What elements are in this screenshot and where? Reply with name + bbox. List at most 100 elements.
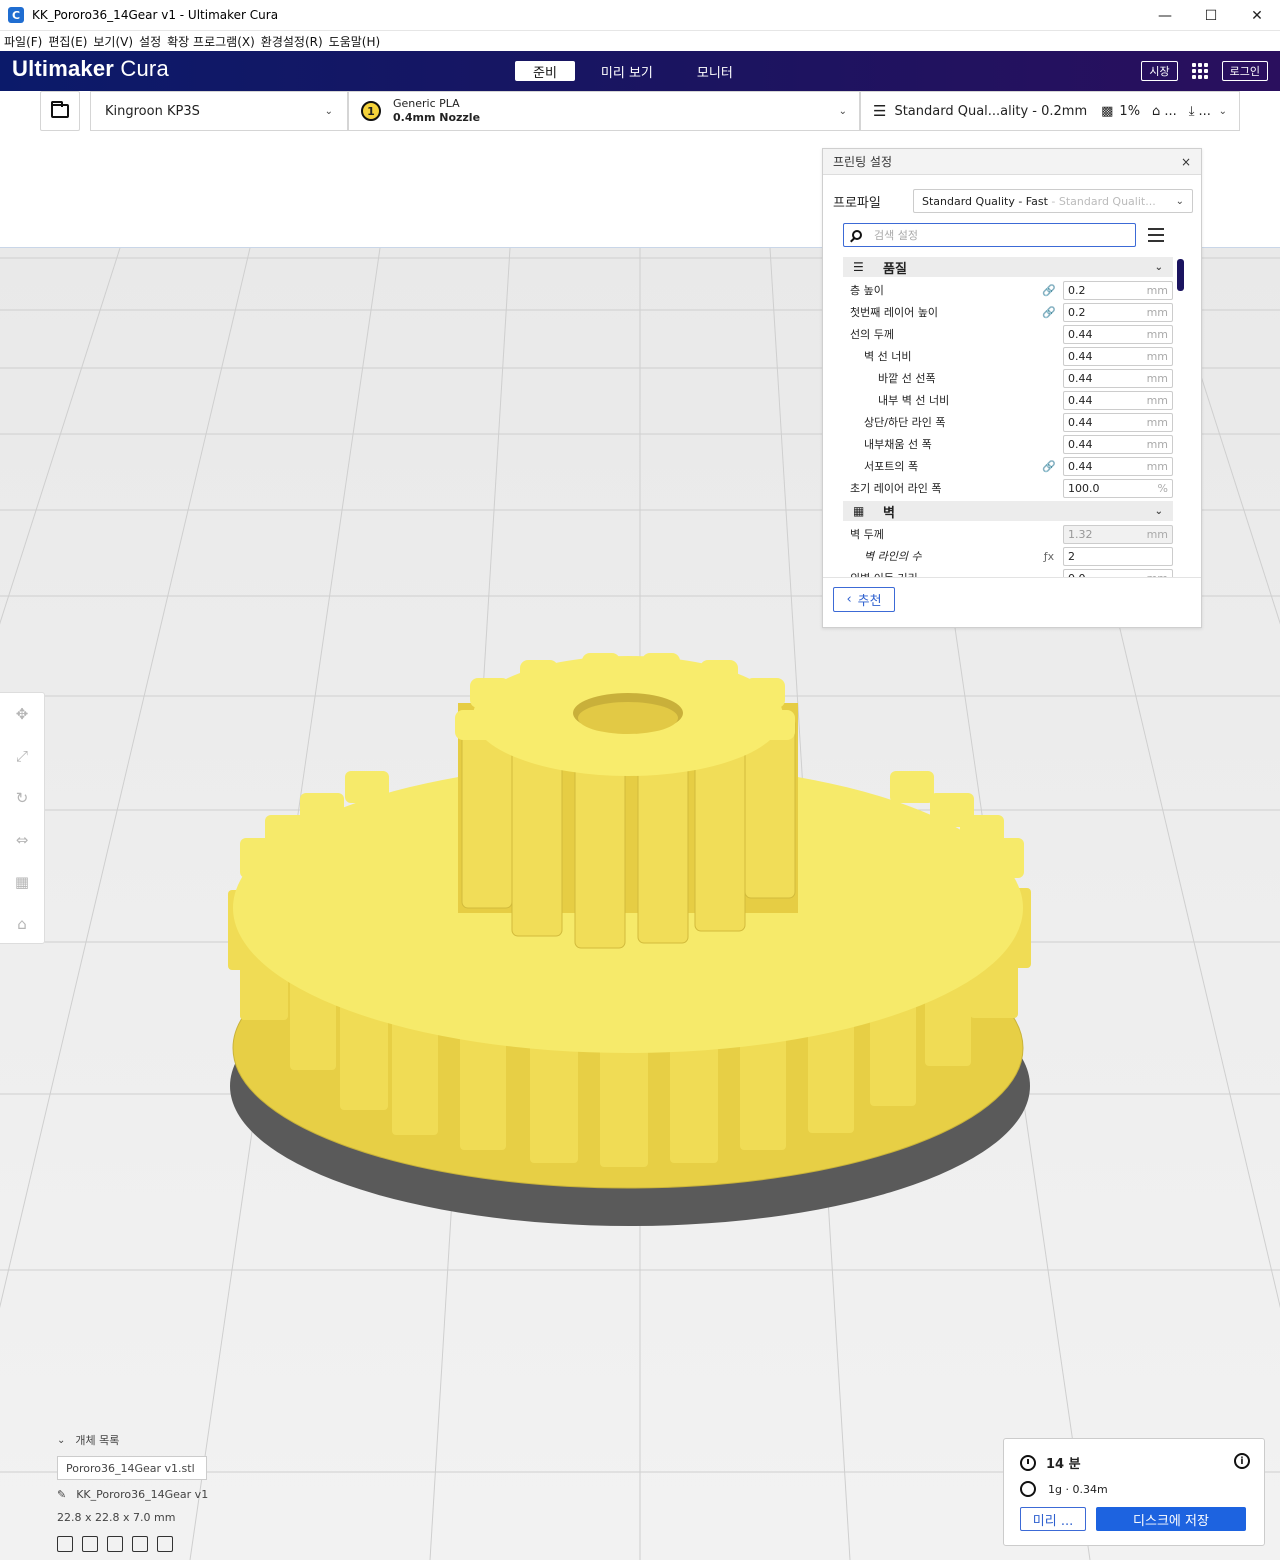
folder-icon <box>51 101 69 118</box>
window-title: KK_Pororo36_14Gear v1 - Ultimaker Cura <box>32 8 279 22</box>
setting-input[interactable]: 0.44 mm <box>1063 390 1173 410</box>
mirror-tool-icon[interactable]: ⇔ <box>13 831 31 849</box>
setting-unit: mm <box>1146 527 1168 541</box>
tab-prepare[interactable]: 준비 <box>515 61 575 81</box>
setting-input[interactable]: 0.44 mm <box>1063 456 1173 476</box>
support-blocker-icon[interactable]: ⌂ <box>13 915 31 933</box>
tab-monitor[interactable]: 모니터 <box>679 61 751 81</box>
profile-value: Standard Quality - Fast <box>922 194 1048 208</box>
setting-unit: mm <box>1146 305 1168 319</box>
minimize-button[interactable]: — <box>1142 0 1188 31</box>
setting-value: 100.0 <box>1068 481 1100 495</box>
view-3d-icon[interactable] <box>57 1536 73 1552</box>
per-model-settings-icon[interactable]: ▦ <box>13 873 31 891</box>
move-tool-icon[interactable]: ✥ <box>13 705 31 723</box>
cura-app-icon: C <box>8 7 24 23</box>
object-list-toggle[interactable]: ⌄ 개체 목록 <box>57 1432 277 1448</box>
setting-label: 초기 레이어 라인 폭 <box>850 482 942 495</box>
scale-tool-icon[interactable]: ⤢ <box>13 747 31 765</box>
setting-row: 상단/하단 라인 폭 0.44 mm <box>843 411 1173 433</box>
profile-dropdown[interactable]: Standard Quality - Fast - Standard Quali… <box>913 189 1193 213</box>
menu-file[interactable]: 파일(F) <box>4 33 42 50</box>
setting-input[interactable]: 1.32 mm <box>1063 524 1173 544</box>
setting-row: 초기 레이어 라인 폭 100.0% <box>843 477 1173 499</box>
setting-label: 벽 선 너비 <box>864 350 912 363</box>
close-icon[interactable]: × <box>1181 155 1191 169</box>
marketplace-button[interactable]: 시장 <box>1141 61 1178 81</box>
recommended-label: 추천 <box>857 594 882 609</box>
view-left-icon[interactable] <box>132 1536 148 1552</box>
object-file-item[interactable]: Pororo36_14Gear v1.stl <box>57 1456 207 1480</box>
close-window-button[interactable]: ✕ <box>1234 0 1280 31</box>
print-setup-label: Standard Qual...ality - 0.2mm <box>894 103 1088 119</box>
support-value: ... <box>1164 103 1177 119</box>
category-walls[interactable]: ▦ 벽 ⌄ <box>843 501 1173 521</box>
setting-row: 벽 두께 1.32 mm <box>843 523 1173 545</box>
setting-label: 외벽 이동 거리 <box>843 570 1039 577</box>
setting-input[interactable]: 0.2 mm <box>1063 302 1173 322</box>
setting-input[interactable]: 0.0mm <box>1063 568 1173 577</box>
setting-label: 벽 두께 <box>850 528 884 541</box>
rotate-tool-icon[interactable]: ↻ <box>13 789 31 807</box>
setting-input[interactable]: 0.44 mm <box>1063 412 1173 432</box>
recommended-mode-button[interactable]: ‹ 추천 <box>833 587 895 612</box>
quality-icon: ☰ <box>853 260 864 274</box>
menu-edit[interactable]: 편집(E) <box>48 33 87 50</box>
settings-visibility-menu-icon[interactable] <box>1148 228 1164 242</box>
job-name[interactable]: KK_Pororo36_14Gear v1 <box>76 1488 208 1501</box>
link-icon[interactable]: 🔗 <box>1039 284 1059 297</box>
setting-input[interactable]: 0.44 mm <box>1063 324 1173 344</box>
menu-extensions[interactable]: 확장 프로그램(X) <box>167 33 255 50</box>
tab-preview[interactable]: 미리 보기 <box>583 61 671 81</box>
setting-unit: mm <box>1146 327 1168 341</box>
function-icon[interactable]: ƒx <box>1039 550 1059 563</box>
link-icon[interactable]: 🔗 <box>1039 460 1059 473</box>
open-file-button[interactable] <box>40 91 80 131</box>
extruder-number-icon: 1 <box>361 101 381 121</box>
menu-view[interactable]: 보기(V) <box>93 33 133 50</box>
view-front-icon[interactable] <box>82 1536 98 1552</box>
category-quality[interactable]: ☰ 품질 ⌄ <box>843 257 1173 277</box>
setting-row: 선의 두께 0.44 mm <box>843 323 1173 345</box>
material-selector[interactable]: 1 Generic PLA 0.4mm Nozzle ⌄ <box>348 91 860 131</box>
preview-button[interactable]: 미리 ... <box>1020 1507 1086 1531</box>
link-icon[interactable]: 🔗 <box>1039 306 1059 319</box>
clock-icon <box>1020 1454 1036 1471</box>
info-icon[interactable]: i <box>1234 1453 1250 1469</box>
view-top-icon[interactable] <box>107 1536 123 1552</box>
maximize-button[interactable]: ☐ <box>1188 0 1234 31</box>
setting-row: 내부채움 선 폭 0.44 mm <box>843 433 1173 455</box>
view-right-icon[interactable] <box>157 1536 173 1552</box>
setting-input[interactable]: 0.44 mm <box>1063 434 1173 454</box>
profile-dim-text: - Standard Qualit... <box>1047 194 1156 208</box>
setting-row: 바깥 선 선폭 0.44 mm <box>843 367 1173 389</box>
stage-tabs: 준비 미리 보기 모니터 <box>515 61 759 81</box>
printer-selector[interactable]: Kingroon KP3S ⌄ <box>90 91 348 131</box>
search-settings-input[interactable]: 검색 설정 <box>843 223 1136 247</box>
setting-label: 내부채움 선 폭 <box>864 438 932 451</box>
search-placeholder: 검색 설정 <box>874 229 918 242</box>
settings-scrollbar[interactable] <box>1177 259 1184 291</box>
setting-input[interactable]: 0.44 mm <box>1063 368 1173 388</box>
walls-icon: ▦ <box>853 504 865 518</box>
save-to-disk-button[interactable]: 디스크에 저장 <box>1096 1507 1246 1531</box>
pencil-icon[interactable]: ✎ <box>57 1488 66 1501</box>
setting-unit: mm <box>1146 283 1168 297</box>
settings-list[interactable]: ☰ 품질 ⌄ 층 높이 🔗 0.2 mm 첫번째 레이어 높이 🔗 0.2 mm 선의 두께 0.4… <box>843 257 1173 577</box>
setting-input[interactable]: 2 <box>1063 546 1173 566</box>
menu-preferences[interactable]: 환경설정(R) <box>261 33 323 50</box>
menu-settings[interactable]: 설정 <box>139 33 161 50</box>
setting-input[interactable]: 0.44 mm <box>1063 346 1173 366</box>
setting-value: 0.2 <box>1068 283 1086 297</box>
menu-help[interactable]: 도움말(H) <box>329 33 381 50</box>
sliders-icon: ☰ <box>873 102 887 120</box>
adhesion-icon: ⤓ <box>1188 103 1195 119</box>
setting-input[interactable]: 0.2 mm <box>1063 280 1173 300</box>
search-icon <box>852 230 862 240</box>
setting-input[interactable]: 100.0% <box>1063 478 1173 498</box>
print-time: 14 분 <box>1046 1457 1081 1472</box>
support-icon: ⌂ <box>1152 103 1161 119</box>
print-setup-selector[interactable]: ☰ Standard Qual...ality - 0.2mm ▩ 1% ⌂ .… <box>860 91 1240 131</box>
login-button[interactable]: 로그인 <box>1221 61 1268 81</box>
apps-grid-icon[interactable] <box>1191 63 1208 79</box>
